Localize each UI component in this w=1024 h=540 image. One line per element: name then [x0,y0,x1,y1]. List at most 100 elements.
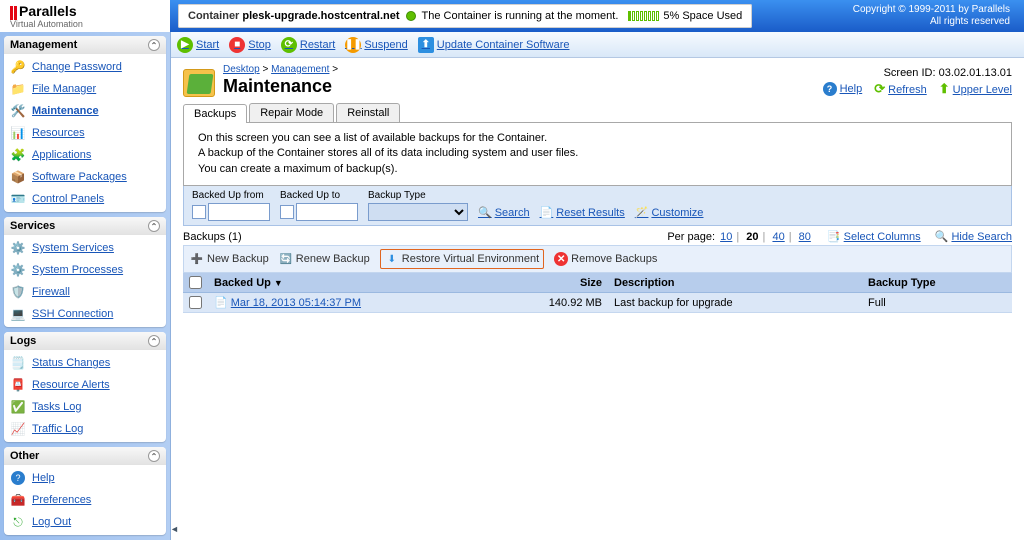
container-hostname: plesk-upgrade.hostcentral.net [242,10,399,22]
filter-to-label: Backed Up to [280,190,358,201]
copyright-line2: All rights reserved [853,16,1010,28]
breadcrumb: Desktop > Management > [223,64,338,75]
restart-button[interactable]: ⟳Restart [281,37,335,53]
splitter[interactable] [171,32,177,540]
sidebar-item-applications[interactable]: 🧩Applications [4,144,166,166]
sidebar-item-maintenance[interactable]: 🛠️Maintenance [4,100,166,122]
row-desc: Last backup for upgrade [608,293,862,313]
sidebar-item-software-packages[interactable]: 📦Software Packages [4,166,166,188]
refresh-link[interactable]: Refresh [888,84,927,96]
collapse-icon[interactable]: ⌃ [148,39,160,51]
sidebar-item-preferences[interactable]: 🧰Preferences [4,489,166,511]
action-bar: ➕New Backup 🔄Renew Backup ⬇Restore Virtu… [183,245,1012,273]
container-msg: The Container is running at the moment. [422,10,619,22]
crumb-management[interactable]: Management [271,64,329,75]
space-gauge-icon [628,11,659,21]
sidebar-item-firewall[interactable]: 🛡️Firewall [4,281,166,303]
table-row[interactable]: 📄 Mar 18, 2013 05:14:37 PM 140.92 MB Las… [183,293,1012,313]
space-used: 5% Space Used [663,10,742,22]
sidebar-item-status-changes[interactable]: 🗒️Status Changes [4,352,166,374]
tab-reinstall[interactable]: Reinstall [336,103,400,122]
backed-up-to-input[interactable] [296,203,358,221]
upper-level-link[interactable]: Upper Level [953,84,1012,96]
panel-title: Logs [10,335,36,347]
sidebar-item-help[interactable]: ?Help [4,467,166,489]
sidebar-item-ssh-connection[interactable]: 💻SSH Connection [4,303,166,325]
panel-other: Other⌃ ?Help 🧰Preferences ⎋Log Out [4,447,166,535]
panel-title: Services [10,220,55,232]
calendar-icon[interactable] [192,205,206,219]
backups-count: Backups (1) [183,231,242,243]
panel-management: Management ⌃ 🔑Change Password 📁File Manag… [4,36,166,212]
filter-type-label: Backup Type [368,190,468,201]
calendar-icon[interactable] [280,205,294,219]
container-label: Container [188,10,239,22]
brand-name: Parallels [19,3,77,19]
sidebar: Management ⌃ 🔑Change Password 📁File Manag… [0,32,170,540]
backed-up-from-input[interactable] [208,203,270,221]
start-button[interactable]: ▶Start [177,37,219,53]
select-columns-link[interactable]: Select Columns [844,231,921,243]
collapse-icon[interactable]: ⌃ [148,335,160,347]
tab-repair-mode[interactable]: Repair Mode [249,103,334,122]
sidebar-item-system-services[interactable]: ⚙️System Services [4,237,166,259]
backups-table: Backed Up▼ Size Description Backup Type … [183,273,1012,313]
content-toolbar: ▶Start ■Stop ⟳Restart ❚❚Suspend ⬆Update … [171,32,1024,58]
collapse-icon[interactable]: ⌃ [148,450,160,462]
search-button[interactable]: 🔍 Search [478,206,530,219]
info-box: On this screen you can see a list of ava… [183,123,1012,186]
refresh-icon: ⟳ [874,81,885,96]
content: ▶Start ■Stop ⟳Restart ❚❚Suspend ⬆Update … [170,32,1024,540]
panel-logs: Logs⌃ 🗒️Status Changes 📮Resource Alerts … [4,332,166,442]
up-icon: ⬆ [939,81,950,96]
col-size[interactable]: Size [538,273,608,293]
pp80[interactable]: 80 [799,231,811,243]
tab-backups[interactable]: Backups [183,104,247,123]
sidebar-item-traffic-log[interactable]: 📈Traffic Log [4,418,166,440]
pp10[interactable]: 10 [720,231,732,243]
crumb-desktop[interactable]: Desktop [223,64,260,75]
select-all-checkbox[interactable] [189,276,202,289]
per-page: Per page: 10| 20| 40| 80 [667,231,813,243]
remove-backups-button[interactable]: ✕Remove Backups [554,252,657,266]
panel-services: Services ⌃ ⚙️System Services ⚙️System Pro… [4,217,166,327]
help-icon: ? [823,82,837,96]
running-icon [406,11,416,21]
sidebar-item-change-password[interactable]: 🔑Change Password [4,56,166,78]
row-size: 140.92 MB [538,293,608,313]
sidebar-item-resource-alerts[interactable]: 📮Resource Alerts [4,374,166,396]
pp40[interactable]: 40 [772,231,784,243]
suspend-button[interactable]: ❚❚Suspend [345,37,407,53]
row-type: Full [862,293,1012,313]
panel-title: Management [10,39,77,51]
hide-search-link[interactable]: Hide Search [951,231,1012,243]
backup-date-link[interactable]: Mar 18, 2013 05:14:37 PM [231,297,361,309]
stop-button[interactable]: ■Stop [229,37,271,53]
reset-results-button[interactable]: 📄 Reset Results [540,206,625,219]
col-backup-type[interactable]: Backup Type [862,273,1012,293]
collapse-icon[interactable]: ⌃ [148,220,160,232]
page-title: Maintenance [223,76,338,97]
sidebar-item-log-out[interactable]: ⎋Log Out [4,511,166,533]
renew-backup-button[interactable]: 🔄Renew Backup [279,252,370,266]
app-header: Parallels Virtual Automation Container p… [0,0,1024,32]
update-software-button[interactable]: ⬆Update Container Software [418,37,570,53]
col-backed-up[interactable]: Backed Up [214,277,271,289]
sidebar-item-resources[interactable]: 📊Resources [4,122,166,144]
help-link[interactable]: Help [840,83,863,95]
new-backup-button[interactable]: ➕New Backup [190,252,269,266]
customize-button[interactable]: 🪄 Customize [635,206,704,219]
sidebar-item-tasks-log[interactable]: ✅Tasks Log [4,396,166,418]
sidebar-item-file-manager[interactable]: 📁File Manager [4,78,166,100]
brand-sub: Virtual Automation [10,20,170,29]
backup-type-select[interactable] [368,203,468,221]
col-description[interactable]: Description [608,273,862,293]
row-checkbox[interactable] [189,296,202,309]
sidebar-item-system-processes[interactable]: ⚙️System Processes [4,259,166,281]
screen-id: Screen ID: 03.02.01.13.01 [823,67,1012,79]
copyright: Copyright © 1999-2011 by Parallels All r… [853,4,1024,28]
sidebar-item-control-panels[interactable]: 🪪Control Panels [4,188,166,210]
restore-ve-button[interactable]: ⬇Restore Virtual Environment [380,249,544,269]
pp20[interactable]: 20 [746,231,758,243]
filter-from-label: Backed Up from [192,190,270,201]
